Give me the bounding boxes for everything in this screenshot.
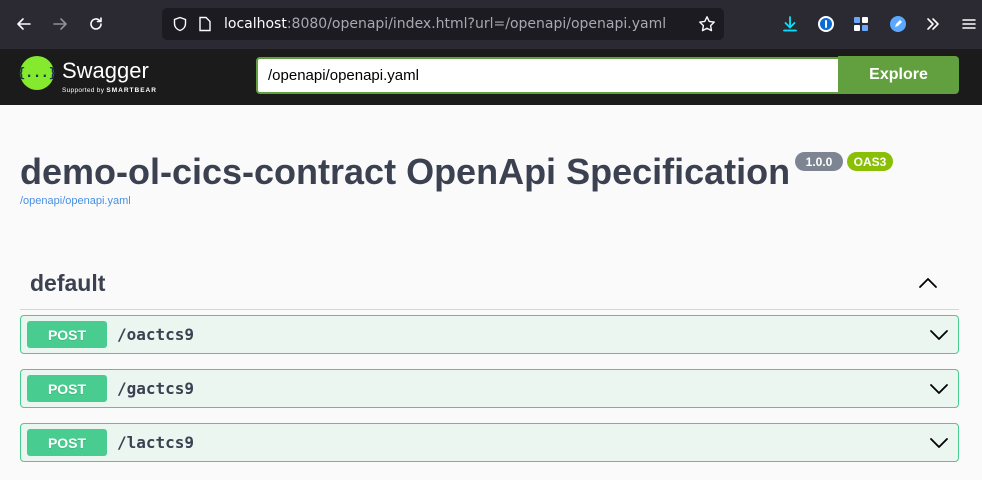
url-path: :8080/openapi/index.html?url=/openapi/op…	[286, 16, 667, 32]
method-badge: POST	[27, 321, 107, 348]
grid-icon	[854, 17, 868, 31]
page-icon	[199, 16, 211, 32]
container-extension[interactable]	[850, 13, 872, 35]
star-icon[interactable]	[698, 15, 716, 33]
page-scrollbar[interactable]	[976, 105, 982, 480]
spec-url-link[interactable]: /openapi/openapi.yaml	[20, 195, 131, 207]
double-chevron-right-icon	[927, 18, 939, 30]
explore-button[interactable]: Explore	[838, 56, 959, 94]
forward-button[interactable]	[48, 12, 72, 36]
chevron-down-icon[interactable]	[928, 324, 950, 346]
address-bar[interactable]: localhost:8080/openapi/index.html?url=/o…	[162, 8, 724, 40]
back-button[interactable]	[12, 12, 36, 36]
browser-toolbar: localhost:8080/openapi/index.html?url=/o…	[0, 0, 982, 49]
hamburger-menu-icon	[962, 19, 976, 29]
operation-path: /gactcs9	[117, 379, 195, 398]
arrow-left-icon	[17, 18, 31, 30]
chevron-down-icon[interactable]	[928, 378, 950, 400]
tag-name: default	[30, 270, 106, 296]
download-icon	[783, 16, 797, 32]
url-host: localhost	[224, 16, 287, 32]
chevron-up-icon[interactable]	[915, 270, 941, 296]
version-badge: 1.0.0	[795, 152, 843, 171]
reload-icon	[90, 17, 102, 30]
operation-path: /lactcs9	[117, 433, 195, 452]
overflow-menu-button[interactable]	[922, 13, 944, 35]
tagline-prefix: Supported by	[62, 87, 105, 94]
spec-url-input[interactable]	[256, 57, 840, 94]
keyhole-icon	[818, 16, 834, 32]
method-badge: POST	[27, 429, 107, 456]
tag-section-header[interactable]: default	[20, 262, 959, 310]
swagger-logo-icon: {...}	[17, 56, 57, 90]
swagger-logo-tagline: Supported by SMARTBEAR	[62, 87, 157, 94]
arrow-right-icon	[53, 18, 67, 30]
tagline-brand: SMARTBEAR	[106, 87, 157, 94]
operation-row[interactable]: POST /lactcs9	[20, 423, 959, 462]
url-text: localhost:8080/openapi/index.html?url=/o…	[224, 16, 666, 32]
shield-icon	[173, 16, 187, 32]
swagger-logo[interactable]: {...} Swagger Supported by SMARTBEAR	[17, 56, 180, 98]
oas-badge: OAS3	[847, 152, 893, 171]
downloads-button[interactable]	[779, 13, 801, 35]
chevron-down-icon[interactable]	[928, 432, 950, 454]
password-manager-extension[interactable]	[815, 13, 837, 35]
pen-extension[interactable]	[887, 13, 909, 35]
swagger-logo-name: Swagger	[62, 58, 149, 83]
operation-path: /oactcs9	[117, 325, 195, 344]
operation-row[interactable]: POST /gactcs9	[20, 369, 959, 408]
reload-button[interactable]	[84, 12, 108, 36]
pen-circle-icon	[890, 16, 906, 32]
app-menu-button[interactable]	[958, 13, 980, 35]
method-badge: POST	[27, 375, 107, 402]
page-title: demo-ol-cics-contract OpenApi Specificat…	[20, 151, 791, 192]
operation-row[interactable]: POST /oactcs9	[20, 315, 959, 354]
